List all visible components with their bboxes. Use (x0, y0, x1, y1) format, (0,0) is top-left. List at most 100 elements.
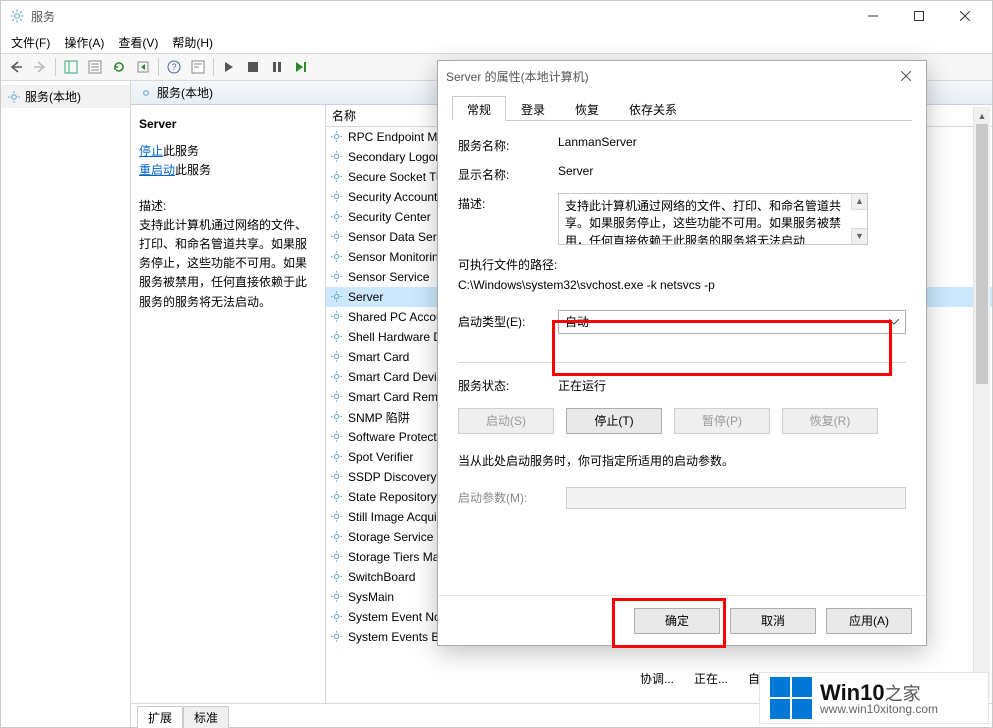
export-button[interactable] (132, 56, 154, 78)
dialog-titlebar: Server 的属性(本地计算机) (438, 61, 926, 91)
titlebar: 服务 (1, 1, 992, 31)
menu-view[interactable]: 查看(V) (112, 32, 164, 53)
pause-button: 暂停(P) (674, 408, 770, 434)
cancel-button[interactable]: 取消 (730, 608, 816, 634)
label-exe-path: 可执行文件的路径: (458, 255, 906, 275)
detail-service-name: Server (139, 115, 317, 134)
tab-general[interactable]: 常规 (452, 96, 506, 121)
dialog-tabs: 常规 登录 恢复 依存关系 (452, 95, 912, 121)
startup-type-select[interactable]: 自动 (558, 310, 906, 334)
scroll-up-icon[interactable]: ▲ (974, 107, 990, 124)
tab-extended[interactable]: 扩展 (137, 706, 183, 728)
dialog-footer: 确定 取消 应用(A) (438, 595, 926, 645)
pause-service-button[interactable] (266, 56, 288, 78)
value-service-state: 正在运行 (558, 377, 606, 394)
gear-icon (7, 90, 21, 104)
start-service-button[interactable] (218, 56, 240, 78)
service-name: SSDP Discovery (348, 470, 436, 484)
service-name: Smart Card (348, 350, 409, 364)
maximize-button[interactable] (896, 1, 942, 31)
value-service-name: LanmanServer (558, 135, 906, 149)
separator (458, 362, 906, 363)
gear-icon (330, 630, 344, 644)
stop-button[interactable]: 停止(T) (566, 408, 662, 434)
minimize-button[interactable] (850, 1, 896, 31)
refresh-button[interactable] (108, 56, 130, 78)
show-hide-button[interactable] (60, 56, 82, 78)
stop-service-button[interactable] (242, 56, 264, 78)
value-exe-path: C:\Windows\system32\svchost.exe -k netsv… (458, 275, 906, 295)
menu-action[interactable]: 操作(A) (58, 32, 110, 53)
scroll-thumb[interactable] (976, 124, 988, 384)
gear-icon (330, 510, 344, 524)
gear-icon (330, 170, 344, 184)
gear-icon (330, 470, 344, 484)
service-name: Storage Service (348, 530, 433, 544)
resume-button: 恢复(R) (782, 408, 878, 434)
gear-icon (139, 86, 153, 100)
help-button[interactable]: ? (163, 56, 185, 78)
gear-icon (330, 210, 344, 224)
props2-button[interactable] (187, 56, 209, 78)
service-name: SysMain (348, 590, 394, 604)
label-startup-type: 启动类型(E): (458, 313, 558, 330)
gear-icon (330, 430, 344, 444)
gear-icon (330, 370, 344, 384)
service-name: Secondary Logon (348, 150, 442, 164)
watermark: Win10之家 www.win10xitong.com (759, 672, 989, 724)
menu-help[interactable]: 帮助(H) (166, 32, 219, 53)
service-name: SwitchBoard (348, 570, 415, 584)
start-params-input (566, 487, 906, 509)
description-box[interactable]: 支持此计算机通过网络的文件、打印、和命名管道共享。如果服务停止，这些功能不可用。… (558, 193, 868, 245)
tree-pane: 服务(本地) (1, 81, 131, 727)
gear-icon (330, 270, 344, 284)
gear-icon (330, 230, 344, 244)
gear-icon (330, 490, 344, 504)
desc-scroll-down-icon[interactable]: ▼ (851, 228, 867, 244)
ok-button[interactable]: 确定 (634, 608, 720, 634)
tab-logon[interactable]: 登录 (506, 96, 560, 121)
gear-icon (330, 350, 344, 364)
restart-service-button[interactable] (290, 56, 312, 78)
apply-button[interactable]: 应用(A) (826, 608, 912, 634)
chevron-down-icon (889, 319, 899, 325)
tab-recovery[interactable]: 恢复 (560, 96, 614, 121)
windows-logo-icon (770, 677, 812, 719)
service-name: SNMP 陷阱 (348, 409, 410, 426)
startup-params-hint: 当从此处启动服务时，你可指定所适用的启动参数。 (458, 452, 906, 469)
gear-icon (330, 290, 344, 304)
label-display-name: 显示名称: (458, 164, 558, 183)
detail-desc-text: 支持此计算机通过网络的文件、打印、和命名管道共享。如果服务停止，这些功能不可用。… (139, 216, 317, 312)
link-restart-service[interactable]: 重启动 (139, 161, 175, 180)
menubar: 文件(F) 操作(A) 查看(V) 帮助(H) (1, 31, 992, 53)
services-icon (9, 8, 25, 24)
description-text: 支持此计算机通过网络的文件、打印、和命名管道共享。如果服务停止，这些功能不可用。… (565, 199, 841, 245)
service-name: Sensor Service (348, 270, 429, 284)
properties-button[interactable] (84, 56, 106, 78)
startup-type-value: 自动 (565, 313, 589, 330)
list-scrollbar[interactable]: ▲ ▼ (973, 107, 990, 699)
tree-item-services-local[interactable]: 服务(本地) (1, 85, 130, 108)
tab-standard[interactable]: 标准 (183, 706, 229, 728)
tree-item-label: 服务(本地) (25, 88, 81, 105)
label-service-name: 服务名称: (458, 135, 558, 154)
nav-forward-button[interactable] (29, 56, 51, 78)
gear-icon (330, 330, 344, 344)
dialog-close-button[interactable] (886, 61, 926, 91)
content-header-title: 服务(本地) (157, 84, 213, 101)
label-description: 描述: (458, 193, 558, 212)
menu-file[interactable]: 文件(F) (5, 32, 56, 53)
desc-scroll-up-icon[interactable]: ▲ (851, 194, 867, 210)
close-button[interactable] (942, 1, 988, 31)
tab-dependencies[interactable]: 依存关系 (614, 96, 692, 121)
gear-icon (330, 610, 344, 624)
gear-icon (330, 570, 344, 584)
service-name: Server (348, 290, 383, 304)
gear-icon (330, 410, 344, 424)
gear-icon (330, 450, 344, 464)
value-display-name: Server (558, 164, 906, 178)
nav-back-button[interactable] (5, 56, 27, 78)
properties-dialog: Server 的属性(本地计算机) 常规 登录 恢复 依存关系 服务名称: La… (437, 60, 927, 646)
gear-icon (330, 550, 344, 564)
link-stop-service[interactable]: 停止 (139, 142, 163, 161)
